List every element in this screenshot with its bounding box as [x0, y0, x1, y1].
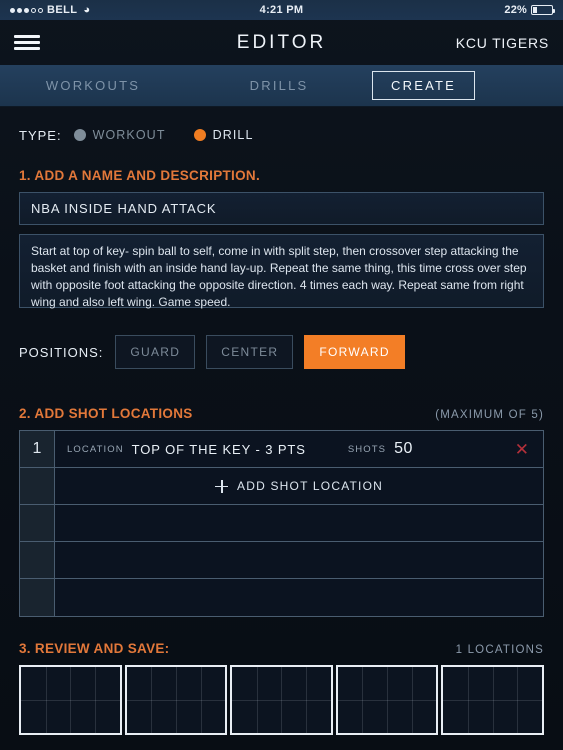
position-guard-button[interactable]: GUARD [115, 335, 196, 369]
shots-value[interactable]: 50 [394, 440, 413, 458]
table-row-empty[interactable] [20, 505, 543, 542]
battery-percent-label: 22% [504, 4, 527, 16]
radio-drill-icon [193, 129, 206, 141]
row-body [55, 579, 543, 616]
add-shot-location-row[interactable]: ADD SHOT LOCATION [20, 468, 543, 505]
tab-create[interactable]: CREATE [372, 71, 475, 100]
table-row[interactable]: 1 LOCATION TOP OF THE KEY - 3 PTS SHOTS … [20, 431, 543, 468]
hamburger-menu-icon[interactable] [14, 32, 40, 53]
court-thumbnail[interactable] [19, 665, 122, 735]
row-number-blank [20, 579, 55, 616]
row-number-blank [20, 468, 55, 504]
carrier-label: BELL [47, 4, 78, 16]
row-body [55, 542, 543, 578]
type-label: TYPE: [19, 127, 62, 143]
tab-bar: WORKOUTS DRILLS CREATE [0, 65, 563, 107]
row-body: LOCATION TOP OF THE KEY - 3 PTS SHOTS 50… [55, 431, 543, 467]
app-root: BELL ◕ 4:21 PM 22% EDITOR KCU TIGERS WOR… [0, 0, 563, 750]
shots-key-label: SHOTS [347, 443, 387, 455]
row-body: ADD SHOT LOCATION [55, 468, 543, 504]
shot-locations-table: 1 LOCATION TOP OF THE KEY - 3 PTS SHOTS … [19, 430, 544, 617]
table-row-empty[interactable] [20, 579, 543, 616]
row-body [55, 505, 543, 541]
positions-row: POSITIONS: GUARD CENTER FORWARD [19, 335, 544, 369]
radio-drill-label: DRILL [212, 128, 254, 142]
status-bar-left: BELL ◕ [10, 4, 90, 16]
add-shot-location-label: ADD SHOT LOCATION [237, 479, 383, 493]
court-thumbnail[interactable] [230, 665, 333, 735]
close-icon[interactable]: ✕ [515, 441, 531, 458]
location-key-label: LOCATION [67, 443, 124, 455]
section-1-title: 1. ADD A NAME AND DESCRIPTION. [19, 168, 261, 183]
tab-drills[interactable]: DRILLS [186, 78, 372, 93]
tab-group-left: WORKOUTS DRILLS [0, 78, 372, 93]
court-thumbnail[interactable] [124, 665, 228, 735]
court-preview-list [19, 665, 544, 735]
court-thumbnail[interactable] [335, 665, 439, 735]
section-2-title: 2. ADD SHOT LOCATIONS [19, 406, 193, 421]
section-3-heading: 3. REVIEW AND SAVE: 1 LOCATIONS [19, 641, 544, 656]
team-label: KCU TIGERS [455, 34, 549, 51]
wifi-icon: ◕ [83, 4, 91, 16]
status-bar-right: 22% [504, 4, 555, 16]
row-number-blank [20, 542, 55, 578]
plus-icon [215, 479, 228, 493]
status-bar: BELL ◕ 4:21 PM 22% [0, 0, 563, 20]
section-3-title: 3. REVIEW AND SAVE: [19, 641, 170, 656]
drill-description-input[interactable]: Start at top of key- spin ball to self, … [19, 234, 544, 309]
main-content: TYPE: WORKOUT DRILL 1. ADD A NAME AND DE… [0, 124, 563, 735]
section-2-heading: 2. ADD SHOT LOCATIONS (MAXIMUM OF 5) [19, 406, 544, 421]
add-shot-location-button[interactable]: ADD SHOT LOCATION [67, 479, 531, 493]
tab-workouts[interactable]: WORKOUTS [0, 78, 186, 93]
position-forward-button[interactable]: FORWARD [304, 335, 405, 369]
section-1-heading: 1. ADD A NAME AND DESCRIPTION. [19, 168, 544, 183]
row-number: 1 [20, 431, 55, 467]
radio-workout[interactable]: WORKOUT [73, 128, 166, 142]
position-center-button[interactable]: CENTER [206, 335, 294, 369]
radio-workout-icon [73, 129, 86, 141]
radio-drill[interactable]: DRILL [193, 128, 254, 142]
row-number-blank [20, 505, 55, 541]
section-2-note: (MAXIMUM OF 5) [435, 409, 544, 421]
court-thumbnail[interactable] [441, 665, 544, 735]
table-row-empty[interactable] [20, 542, 543, 579]
type-row: TYPE: WORKOUT DRILL [19, 124, 544, 146]
battery-icon [531, 5, 555, 15]
radio-workout-label: WORKOUT [92, 128, 166, 142]
positions-label: POSITIONS: [19, 344, 104, 360]
navigation-bar: EDITOR KCU TIGERS [0, 20, 563, 65]
locations-count-label: 1 LOCATIONS [455, 644, 544, 656]
drill-name-input[interactable]: NBA INSIDE HAND ATTACK [19, 192, 544, 225]
signal-strength-icon [10, 7, 43, 13]
location-value[interactable]: TOP OF THE KEY - 3 PTS [132, 442, 306, 457]
